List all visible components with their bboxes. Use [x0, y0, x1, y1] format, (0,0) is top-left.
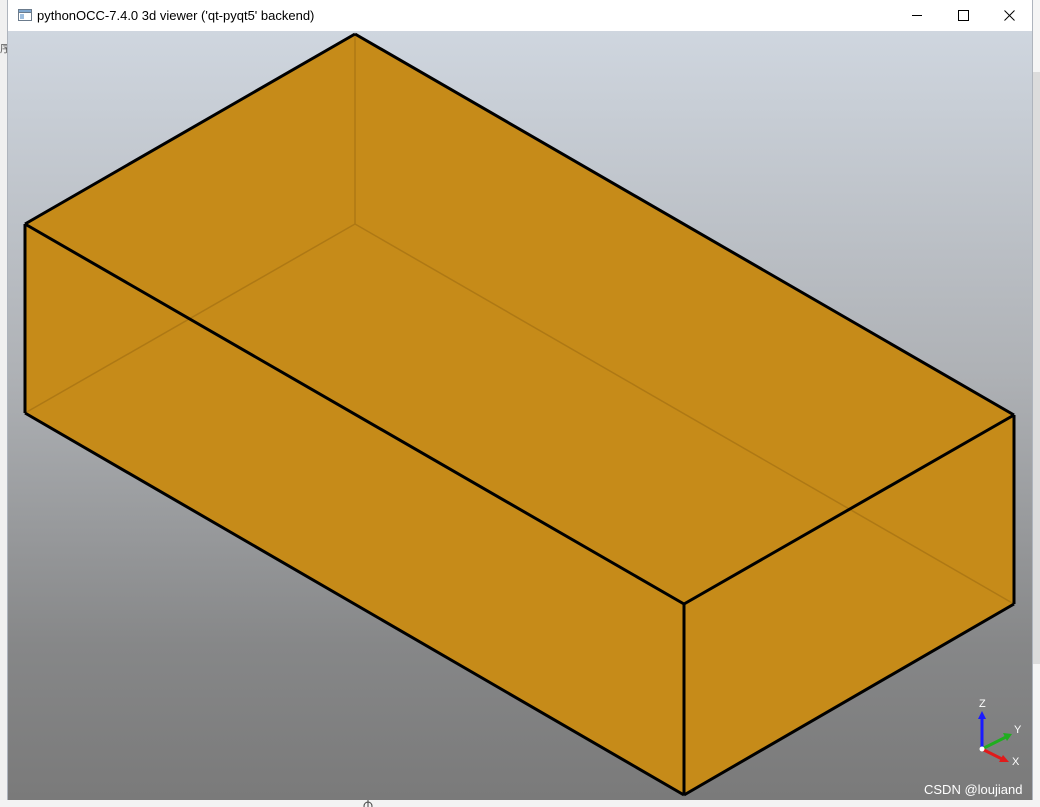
z-axis-label: Z — [979, 698, 986, 710]
minimize-icon — [911, 15, 922, 16]
box-shape[interactable] — [8, 31, 1032, 800]
maximize-button[interactable] — [940, 0, 986, 31]
csdn-watermark: CSDN @loujiand — [924, 782, 1023, 797]
background-app-glyph: 序 — [0, 44, 8, 55]
window-title: pythonOCC-7.4.0 3d viewer ('qt-pyqt5' ba… — [37, 8, 315, 23]
scrollbar-thumb[interactable] — [1032, 72, 1040, 664]
crosshair-icon — [363, 800, 373, 807]
background-app-bottom — [0, 800, 1040, 807]
title-bar[interactable]: pythonOCC-7.4.0 3d viewer ('qt-pyqt5' ba… — [8, 0, 1032, 31]
desktop: 序 pythonOCC-7.4.0 3d viewer ('qt-pyqt5' … — [0, 0, 1040, 807]
close-icon — [1003, 10, 1015, 21]
qt-window-icon — [18, 9, 32, 21]
background-app-edge: 序 — [0, 0, 8, 807]
viewer-window: pythonOCC-7.4.0 3d viewer ('qt-pyqt5' ba… — [8, 0, 1032, 800]
3d-viewport[interactable]: Z Y X CSDN @loujiand — [8, 31, 1032, 800]
maximize-icon — [957, 10, 969, 21]
x-axis-label: X — [1012, 756, 1020, 768]
close-button[interactable] — [986, 0, 1032, 31]
background-scrollbar[interactable] — [1032, 0, 1040, 807]
y-axis-label: Y — [1014, 724, 1022, 736]
axis-triedron: Z Y X — [966, 699, 1026, 769]
minimize-button[interactable] — [894, 0, 940, 31]
